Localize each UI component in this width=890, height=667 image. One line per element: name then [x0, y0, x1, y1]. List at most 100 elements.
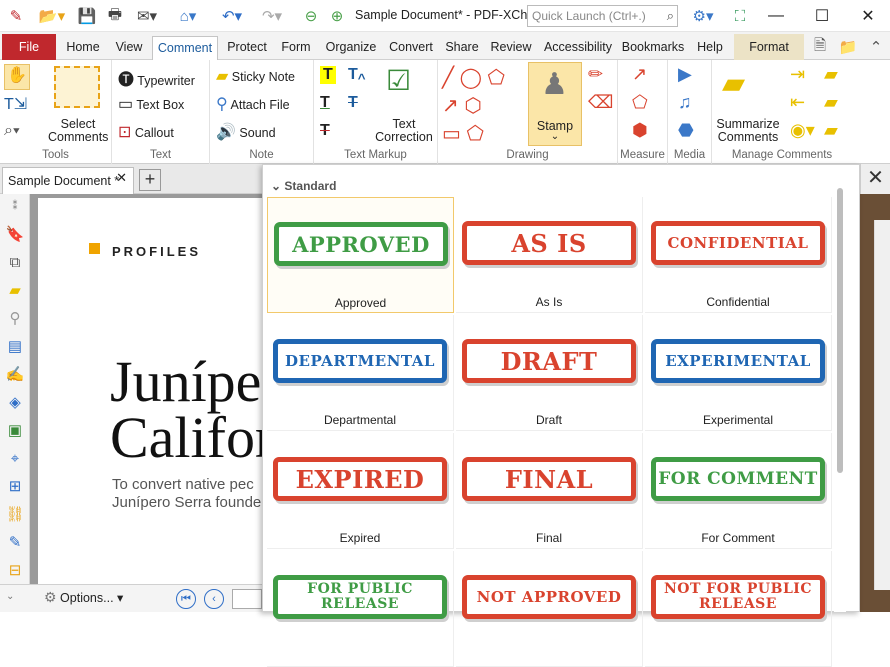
options-button[interactable]: ⚙ Options... ▾: [44, 589, 123, 606]
structure-icon[interactable]: ⊞: [4, 476, 26, 498]
tab-accessibility[interactable]: Accessibility: [540, 36, 616, 60]
tab-protect[interactable]: Protect: [222, 36, 272, 60]
maximize-button[interactable]: ☐: [799, 0, 845, 32]
line-icon[interactable]: ╱ ◯ ⬠: [442, 64, 505, 92]
stamp-item[interactable]: APPROVED Approved: [267, 197, 454, 313]
tab-file[interactable]: File: [2, 34, 56, 60]
typewriter-button[interactable]: 🅣 Typewriter: [118, 66, 195, 90]
comments-list-icon[interactable]: ▰: [824, 92, 838, 113]
tab-share[interactable]: Share: [442, 36, 482, 60]
email-icon[interactable]: ✉▾: [130, 5, 164, 27]
stamp-section-header[interactable]: ⌄ Standard: [271, 179, 336, 193]
sidebar-collapse-icon[interactable]: ⁑: [4, 196, 26, 218]
sound-button[interactable]: 🔊 Sound: [216, 122, 276, 142]
hand-tool-icon[interactable]: ✋: [4, 64, 30, 90]
document-tab[interactable]: Sample Document * ✕: [2, 167, 134, 194]
minimize-button[interactable]: —: [753, 0, 799, 32]
import-comments-icon[interactable]: ⇥: [790, 64, 805, 85]
tab-form[interactable]: Form: [277, 36, 315, 60]
properties-icon[interactable]: ✎: [4, 532, 26, 554]
fullscreen-icon[interactable]: ⛶: [728, 5, 752, 27]
close-button[interactable]: ✕: [845, 0, 890, 32]
tab-home[interactable]: Home: [62, 36, 104, 60]
content-icon[interactable]: ▤: [4, 336, 26, 358]
tab-comment[interactable]: Comment: [152, 36, 218, 60]
eraser-icon[interactable]: ⌫: [588, 92, 613, 113]
close-tab-icon[interactable]: ✕: [116, 170, 127, 186]
comment-styles-icon[interactable]: ▰: [824, 120, 838, 141]
tab-organize[interactable]: Organize: [321, 36, 381, 60]
new-tab-button[interactable]: +: [139, 169, 161, 191]
print-icon[interactable]: 🖶: [103, 5, 127, 27]
callout-button[interactable]: ⊡ Callout: [118, 122, 174, 142]
stamp-button[interactable]: ♟ Stamp ⌄: [528, 62, 582, 146]
layers-icon[interactable]: ◈: [4, 392, 26, 414]
replace-icon[interactable]: T: [348, 94, 358, 112]
stamp-item[interactable]: EXPERIMENTAL Experimental: [645, 315, 832, 431]
first-page-icon[interactable]: ⏮: [176, 589, 196, 609]
arrow-icon[interactable]: ↗ ⬡: [442, 92, 482, 120]
tab-review[interactable]: Review: [487, 36, 535, 60]
text-box-button[interactable]: ▭ Text Box: [118, 94, 184, 114]
select-text-icon[interactable]: T⇲: [4, 94, 27, 114]
select-comments-button[interactable]: Select Comments: [48, 118, 108, 144]
save-icon[interactable]: 💾: [75, 5, 99, 27]
undo-icon[interactable]: ↶▾: [214, 5, 250, 27]
stamp-palette-scroll-thumb[interactable]: [837, 188, 843, 473]
thumbnails-icon[interactable]: ⧉: [4, 252, 26, 274]
audio-icon[interactable]: ♫: [678, 92, 692, 113]
attach-file-button[interactable]: ⚲ Attach File: [216, 94, 290, 114]
folder-icon[interactable]: 📁: [836, 36, 860, 58]
summarize-comments-button[interactable]: Summarize Comments: [714, 118, 782, 144]
close-stamp-palette-button[interactable]: ✕: [860, 164, 890, 194]
document-icon[interactable]: 🗎: [808, 36, 832, 58]
highlight-icon[interactable]: T: [320, 66, 336, 84]
stamp-item[interactable]: NOT APPROVED: [456, 551, 643, 667]
back-icon[interactable]: ⊖: [300, 5, 322, 27]
collapse-ribbon-icon[interactable]: ⌃: [866, 36, 886, 58]
previous-page-icon[interactable]: ‹: [204, 589, 224, 609]
stamp-item[interactable]: AS IS As Is: [456, 197, 643, 313]
stamp-palette-scrollbar[interactable]: [834, 186, 846, 612]
flatten-icon[interactable]: ▰: [824, 64, 838, 85]
scan-icon[interactable]: ⌂▾: [168, 5, 208, 27]
text-correction-button[interactable]: Text Correction: [374, 118, 434, 144]
stamp-item[interactable]: FOR PUBLIC RELEASE: [267, 551, 454, 667]
tab-help[interactable]: Help: [691, 36, 729, 60]
redo-icon[interactable]: ↷▾: [254, 5, 290, 27]
attachments-icon[interactable]: ⚲: [4, 308, 26, 330]
underline-icon[interactable]: T: [320, 94, 330, 112]
settings-icon[interactable]: ⚙▾: [684, 5, 722, 27]
forward-icon[interactable]: ⊕: [326, 5, 348, 27]
stamp-item[interactable]: DEPARTMENTAL Departmental: [267, 315, 454, 431]
open-folder-icon[interactable]: 📂▾: [34, 5, 70, 27]
stamp-item[interactable]: FINAL Final: [456, 433, 643, 549]
document-scrollbar[interactable]: [874, 220, 890, 590]
tab-view[interactable]: View: [110, 36, 148, 60]
quick-launch-input[interactable]: Quick Launch (Ctrl+.) ⌕: [527, 5, 678, 27]
stamp-item[interactable]: EXPIRED Expired: [267, 433, 454, 549]
tab-bookmarks[interactable]: Bookmarks: [620, 36, 686, 60]
destinations-icon[interactable]: ⌖: [4, 448, 26, 470]
tab-format[interactable]: Format: [734, 34, 804, 60]
3d-model-icon[interactable]: ⬣: [678, 120, 694, 141]
distance-icon[interactable]: ↗: [632, 64, 647, 85]
stamp-item[interactable]: NOT FOR PUBLIC RELEASE: [645, 551, 832, 667]
stamp-item[interactable]: DRAFT Draft: [456, 315, 643, 431]
stamp-item[interactable]: FOR COMMENT For Comment: [645, 433, 832, 549]
bookmarks-icon[interactable]: 🔖: [4, 224, 26, 246]
expand-icon[interactable]: ⌄: [6, 591, 14, 602]
zoom-tool-icon[interactable]: ⌕▾: [4, 122, 20, 140]
video-icon[interactable]: ▶: [678, 64, 692, 85]
links-icon[interactable]: ⛓: [4, 504, 26, 526]
sticky-note-button[interactable]: ▰ Sticky Note: [216, 66, 295, 86]
rectangle-icon[interactable]: ▭ ⬠: [442, 120, 484, 148]
pencil-icon[interactable]: ✏: [588, 64, 603, 85]
tab-convert[interactable]: Convert: [385, 36, 437, 60]
show-comments-icon[interactable]: ◉▾: [790, 120, 815, 141]
perimeter-icon[interactable]: ⬠: [632, 92, 648, 113]
signatures-icon[interactable]: ✍: [4, 364, 26, 386]
comments-icon[interactable]: ▰: [4, 280, 26, 302]
area-icon[interactable]: ⬢: [632, 120, 648, 141]
page-number-input[interactable]: [232, 589, 262, 609]
